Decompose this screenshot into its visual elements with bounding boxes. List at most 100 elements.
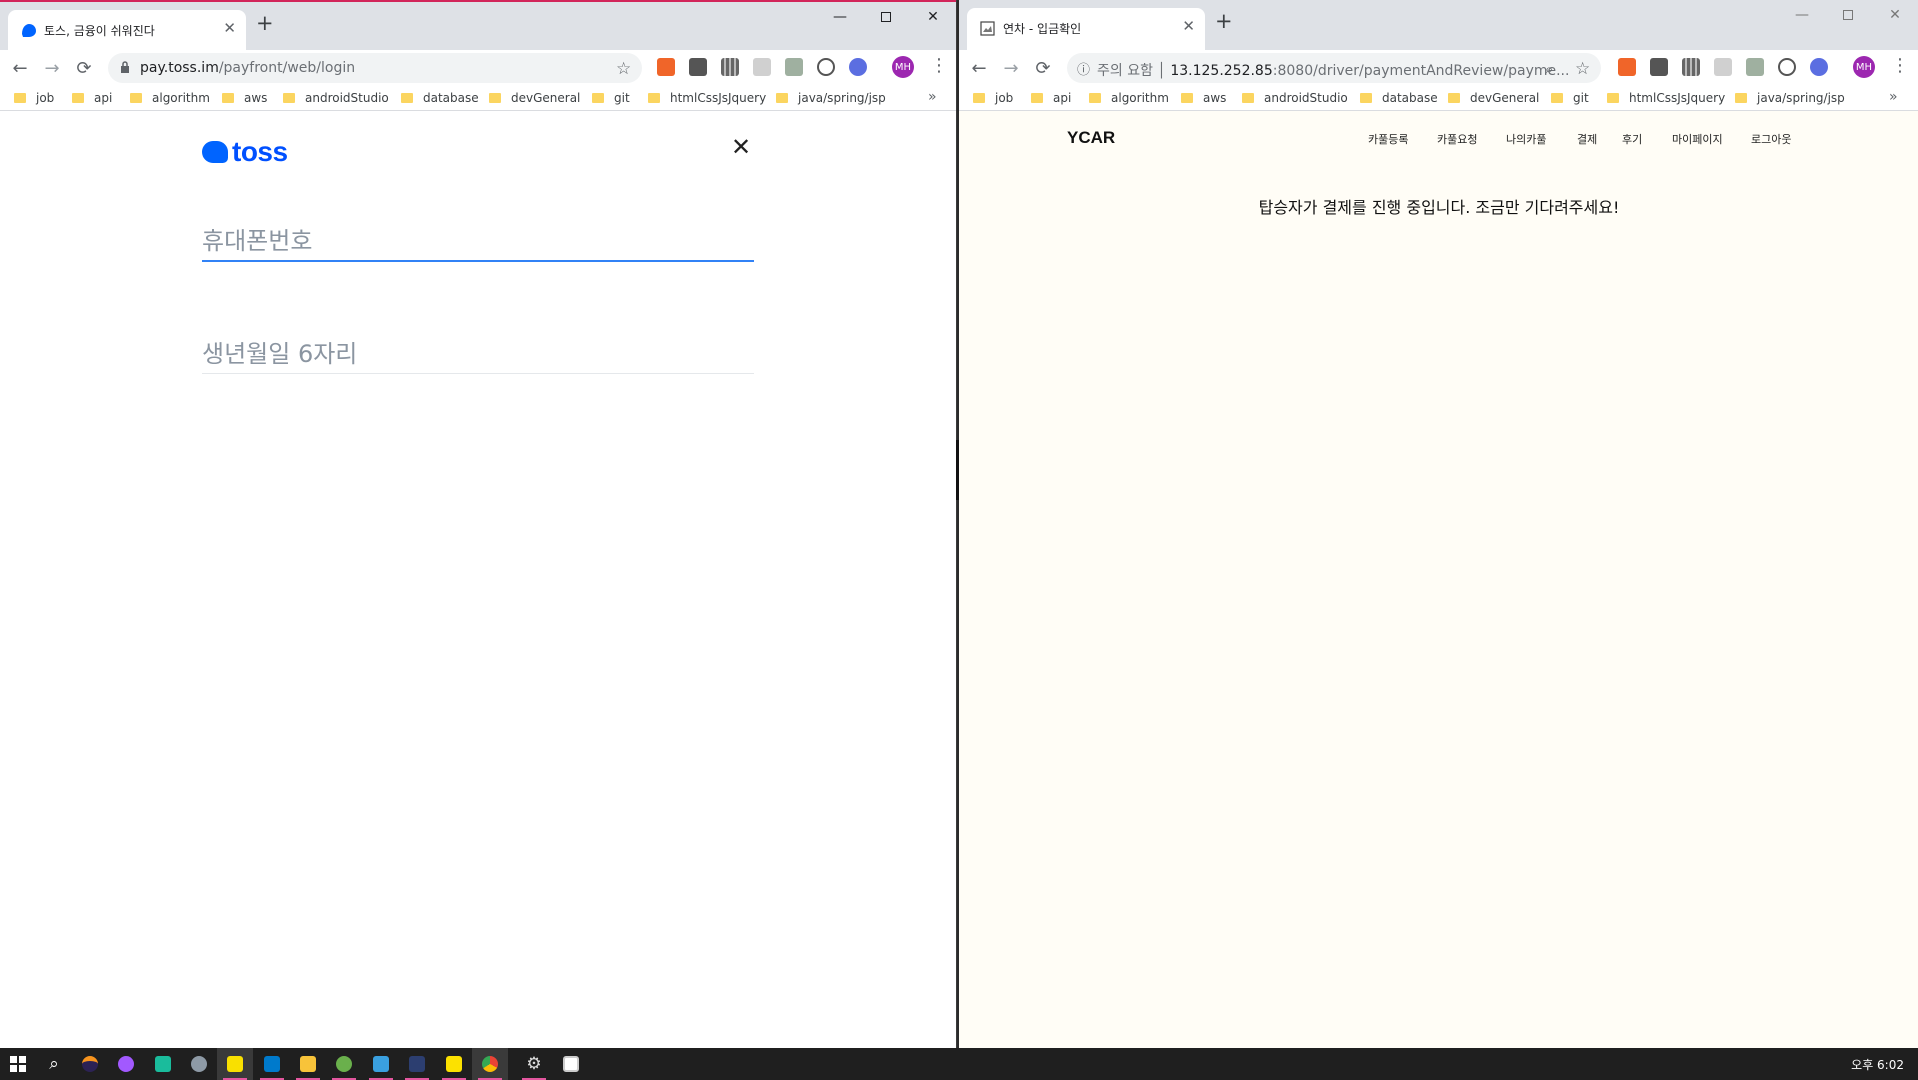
right-tab-close-icon[interactable]: ✕ (1182, 17, 1195, 35)
app-leaf-icon[interactable] (326, 1048, 362, 1080)
folder-icon (489, 93, 501, 103)
bookmark-folder-devgeneral[interactable]: devGeneral (1448, 91, 1539, 105)
right-window-close-icon[interactable]: ✕ (1872, 0, 1918, 30)
nav-my-carpool[interactable]: 나의카풀 (1506, 131, 1546, 147)
bookmark-folder-algorithm[interactable]: algorithm (1089, 91, 1169, 105)
bookmark-folder-database[interactable]: database (401, 91, 479, 105)
bookmark-folder-git[interactable]: git (1551, 91, 1589, 105)
right-bookmark-star-icon[interactable]: ☆ (1575, 59, 1590, 79)
nav-carpool-request[interactable]: 카풀요청 (1437, 131, 1477, 147)
app-edit-icon[interactable] (399, 1048, 435, 1080)
folder-icon (1089, 93, 1101, 103)
app-star-icon[interactable] (145, 1048, 181, 1080)
bookmark-folder-database[interactable]: database (1360, 91, 1438, 105)
bookmark-folder-git[interactable]: git (592, 91, 630, 105)
left-bookmarks-overflow-icon[interactable]: » (928, 89, 937, 105)
right-back-icon[interactable]: ← (967, 56, 991, 80)
right-bookmarks-overflow-icon[interactable]: » (1889, 89, 1898, 105)
security-warning-label: 주의 요함 (1097, 63, 1153, 79)
ycar-brand-logo[interactable]: YCAR (1067, 128, 1115, 148)
bookmark-folder-androidstudio[interactable]: androidStudio (1242, 91, 1348, 105)
toss-logo-text: toss (232, 136, 288, 167)
folder-icon (1448, 93, 1460, 103)
extension-circle-icon[interactable] (1778, 58, 1796, 76)
vscode-icon[interactable] (254, 1048, 290, 1080)
extension-grey-icon[interactable] (1714, 58, 1732, 76)
phone-number-input[interactable] (202, 222, 754, 262)
toss-close-icon[interactable]: ✕ (731, 133, 751, 161)
extension-dark-icon[interactable] (1650, 58, 1668, 76)
right-menu-icon[interactable]: ⋮ (1891, 55, 1909, 76)
search-icon[interactable]: ⌕ (36, 1048, 72, 1080)
nav-payment[interactable]: 결제 (1577, 131, 1597, 147)
right-new-tab-button[interactable]: + (1215, 11, 1233, 32)
right-minimize-icon[interactable]: — (1779, 0, 1825, 30)
extension-circle-icon[interactable] (817, 58, 835, 76)
extension-hex-icon[interactable] (849, 58, 867, 76)
app-pen-icon[interactable] (181, 1048, 217, 1080)
left-active-tab[interactable]: 토스, 금융이 쉬워진다 ✕ (8, 10, 246, 52)
bookmark-folder-algorithm[interactable]: algorithm (130, 91, 210, 105)
zoom-icon[interactable]: ⌕ (1545, 60, 1553, 78)
bookmark-folder-java-spring-jsp[interactable]: java/spring/jsp (776, 91, 886, 105)
left-bookmark-star-icon[interactable]: ☆ (616, 59, 631, 79)
bookmark-folder-java-spring-jsp[interactable]: java/spring/jsp (1735, 91, 1845, 105)
extension-image-icon[interactable] (1746, 58, 1764, 76)
extension-grey-icon[interactable] (753, 58, 771, 76)
nav-mypage[interactable]: 마이페이지 (1672, 131, 1723, 147)
eclipse-icon[interactable] (72, 1048, 108, 1080)
right-reload-icon[interactable]: ⟳ (1031, 56, 1055, 80)
left-address-bar[interactable]: pay.toss.im/payfront/web/login ☆ (108, 53, 642, 83)
extension-orange-icon[interactable] (657, 58, 675, 76)
bookmark-folder-aws[interactable]: aws (222, 91, 267, 105)
right-maximize-icon[interactable] (1825, 0, 1871, 30)
right-forward-icon[interactable]: → (999, 56, 1023, 80)
taskbar-clock[interactable]: 오후 6:02 (1851, 1056, 1904, 1073)
photos-icon[interactable] (553, 1048, 589, 1080)
bookmark-folder-job[interactable]: job (973, 91, 1013, 105)
extension-barcode-icon[interactable] (721, 58, 739, 76)
bookmark-folder-api[interactable]: api (1031, 91, 1071, 105)
bookmark-folder-androidstudio[interactable]: androidStudio (283, 91, 389, 105)
bookmark-folder-devgeneral[interactable]: devGeneral (489, 91, 580, 105)
bookmark-folder-api[interactable]: api (72, 91, 112, 105)
app-square-icon[interactable] (363, 1048, 399, 1080)
nav-logout[interactable]: 로그아웃 (1751, 131, 1791, 147)
settings-icon[interactable]: ⚙ (516, 1048, 552, 1080)
right-profile-avatar[interactable]: MH (1853, 56, 1875, 78)
right-title-bar: 연차 - 입금확인 ✕ + — ✕ (959, 0, 1918, 50)
right-tab-title: 연차 - 입금확인 (1003, 22, 1082, 36)
right-active-tab[interactable]: 연차 - 입금확인 ✕ (967, 8, 1205, 50)
file-explorer-icon[interactable] (290, 1048, 326, 1080)
chrome-icon[interactable] (472, 1048, 508, 1080)
left-window-close-icon[interactable]: ✕ (910, 2, 956, 32)
left-reload-icon[interactable]: ⟳ (72, 56, 96, 80)
extension-orange-icon[interactable] (1618, 58, 1636, 76)
nav-carpool-register[interactable]: 카풀등록 (1368, 131, 1408, 147)
nav-review[interactable]: 후기 (1622, 131, 1642, 147)
extension-image-icon[interactable] (785, 58, 803, 76)
left-back-icon[interactable]: ← (8, 56, 32, 80)
extension-barcode-icon[interactable] (1682, 58, 1700, 76)
kakaotalk-icon[interactable] (217, 1048, 253, 1080)
birthdate-input[interactable] (202, 334, 754, 374)
left-profile-avatar[interactable]: MH (892, 56, 914, 78)
left-new-tab-button[interactable]: + (256, 13, 274, 34)
bookmark-folder-job[interactable]: job (14, 91, 54, 105)
right-address-bar[interactable]: ⓘ 주의 요함 │ 13.125.252.85:8080/driver/paym… (1067, 53, 1601, 83)
windows-start-icon[interactable] (0, 1048, 36, 1080)
left-tab-close-icon[interactable]: ✕ (223, 19, 236, 37)
sticky-notes-icon[interactable] (436, 1048, 472, 1080)
left-maximize-icon[interactable] (863, 2, 909, 32)
bookmark-folder-aws[interactable]: aws (1181, 91, 1226, 105)
left-menu-icon[interactable]: ⋮ (930, 55, 948, 76)
left-minimize-icon[interactable]: — (817, 2, 863, 32)
left-forward-icon[interactable]: → (40, 56, 64, 80)
extension-hex-icon[interactable] (1810, 58, 1828, 76)
extension-dark-icon[interactable] (689, 58, 707, 76)
bookmark-folder-htmlcssjsjquery[interactable]: htmlCssJsJquery (1607, 91, 1725, 105)
toss-logo: toss (202, 136, 288, 168)
folder-icon (1551, 93, 1563, 103)
bookmark-folder-htmlcssjsjquery[interactable]: htmlCssJsJquery (648, 91, 766, 105)
app-circle-icon[interactable] (108, 1048, 144, 1080)
